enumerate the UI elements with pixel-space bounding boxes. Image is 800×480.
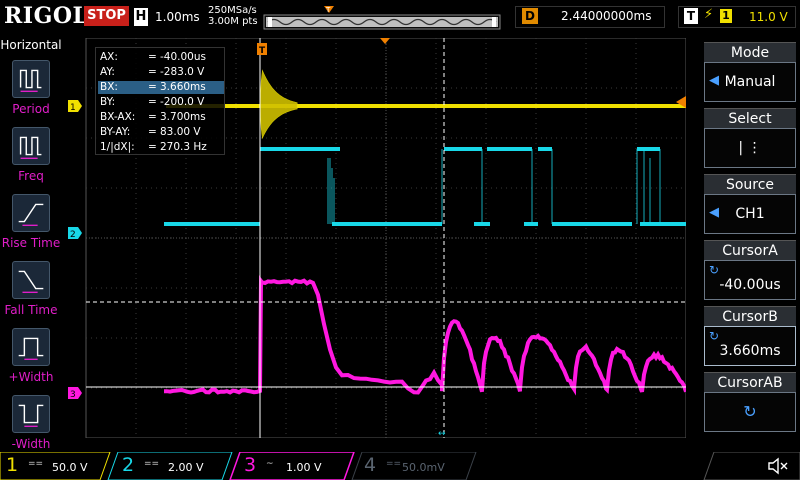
fall-time-icon bbox=[12, 261, 50, 299]
measure-pos-width-button[interactable]: +Width bbox=[0, 324, 62, 390]
timebase-badge: H bbox=[134, 8, 148, 26]
select-value-box[interactable]: | ⋮ bbox=[704, 128, 796, 168]
top-status-bar: RIGOL STOP H 1.00ms 250MSa/s 3.00M pts T… bbox=[0, 0, 800, 38]
measure-period-button[interactable]: Period bbox=[0, 56, 62, 122]
cursor-ab-value-box[interactable]: ↻ bbox=[704, 392, 796, 432]
rotate-knob-icon: ↻ bbox=[709, 329, 719, 343]
ch3-marker[interactable]: 3 bbox=[68, 387, 82, 400]
ch2-status[interactable]: 2 == 2.00 V bbox=[116, 452, 216, 480]
mode-softkey[interactable]: Mode ◀ Manual bbox=[704, 42, 796, 102]
cursor-b-value: 3.660ms bbox=[705, 343, 795, 359]
speaker-muted-icon[interactable] bbox=[766, 456, 790, 476]
trigger-source: 1 bbox=[720, 9, 732, 23]
mode-value: Manual bbox=[705, 74, 795, 90]
trigger-level: 11.0 V bbox=[749, 10, 788, 24]
select-label: Select bbox=[704, 108, 796, 128]
sample-rate: 250MSa/s bbox=[208, 5, 258, 16]
mode-label: Mode bbox=[704, 42, 796, 62]
cursor-b-arrow-icon: ↔ bbox=[438, 429, 446, 438]
brand-logo: RIGOL bbox=[4, 3, 89, 29]
cursor-row: AX: = -40.00us bbox=[98, 51, 224, 64]
freq-icon bbox=[12, 127, 50, 165]
cursor-a-softkey[interactable]: CursorA ↻ -40.00us bbox=[704, 240, 796, 300]
cursor-row: BY: = -200.0 V bbox=[98, 96, 224, 109]
measure-rise-time-button[interactable]: Rise Time bbox=[0, 190, 62, 256]
measure-label: +Width bbox=[0, 370, 62, 384]
svg-text:2: 2 bbox=[70, 230, 76, 240]
cursor-readout-table: AX: = -40.00us AY: = -283.0 V BX: = 3.660ms BY… bbox=[95, 47, 225, 155]
measure-label: Fall Time bbox=[0, 303, 62, 317]
period-icon bbox=[12, 60, 50, 98]
measure-label: -Width bbox=[0, 437, 62, 451]
source-value: CH1 bbox=[705, 206, 795, 222]
measure-freq-button[interactable]: Freq bbox=[0, 123, 62, 189]
cursor-b-softkey[interactable]: CursorB ↻ 3.660ms bbox=[704, 306, 796, 366]
run-stop-button[interactable]: STOP bbox=[84, 6, 129, 26]
memory-position-bar: T bbox=[262, 5, 502, 33]
cursor-a-value-box[interactable]: ↻ -40.00us bbox=[704, 260, 796, 300]
trigger-marker-label: T bbox=[259, 46, 266, 56]
measure-label: Rise Time bbox=[0, 236, 62, 250]
horizontal-measure-menu: Horizontal Period Freq Rise Time Fall Ti… bbox=[0, 38, 62, 450]
cursor-row: BX-AX: = 3.700ms bbox=[98, 111, 224, 124]
pos-width-icon bbox=[12, 328, 50, 366]
measure-label: Period bbox=[0, 102, 62, 116]
cursor-row-selected: BX: = 3.660ms bbox=[98, 81, 224, 94]
neg-width-icon bbox=[12, 395, 50, 433]
timebase-value[interactable]: 1.00ms bbox=[155, 10, 200, 24]
memory-depth: 3.00M pts bbox=[208, 16, 258, 27]
cursor-ab-label: CursorAB bbox=[704, 372, 796, 392]
rise-time-icon bbox=[12, 194, 50, 232]
ch1-trace bbox=[166, 70, 686, 138]
ch3-status[interactable]: 3 ~ 1.00 V bbox=[238, 452, 338, 480]
measure-label: Freq bbox=[0, 169, 62, 183]
cursor-b-label: CursorB bbox=[704, 306, 796, 326]
delay-value: 2.44000000ms bbox=[561, 9, 651, 23]
svg-text:1: 1 bbox=[70, 103, 76, 113]
cursor-ab-softkey[interactable]: CursorAB ↻ bbox=[704, 372, 796, 432]
cursor-b-value-box[interactable]: ↻ 3.660ms bbox=[704, 326, 796, 366]
ch3-trace bbox=[164, 281, 686, 393]
menu-title: Horizontal bbox=[0, 38, 62, 54]
ch1-status[interactable]: 1 == 50.0 V bbox=[0, 452, 100, 480]
ch2-marker[interactable]: 2 bbox=[68, 227, 82, 240]
delay-badge: D bbox=[522, 8, 538, 24]
delay-display[interactable]: D 2.44000000ms bbox=[515, 6, 665, 28]
mode-value-box[interactable]: ◀ Manual bbox=[704, 62, 796, 102]
measure-neg-width-button[interactable]: -Width bbox=[0, 391, 62, 457]
memory-trigger-marker: T bbox=[325, 6, 331, 14]
cursor-a-label: CursorA bbox=[704, 240, 796, 260]
source-softkey[interactable]: Source ◀ CH1 bbox=[704, 174, 796, 234]
trigger-position-marker[interactable]: T bbox=[257, 43, 267, 56]
cursor-row: AY: = -283.0 V bbox=[98, 66, 224, 79]
measure-fall-time-button[interactable]: Fall Time bbox=[0, 257, 62, 323]
cursor-a-value: -40.00us bbox=[705, 277, 795, 293]
ch4-status[interactable]: 4 == 50.0mV bbox=[358, 452, 458, 480]
delay-marker bbox=[380, 38, 390, 44]
rotate-knob-icon: ↻ bbox=[709, 263, 719, 277]
lightning-icon: ⚡ bbox=[704, 7, 713, 22]
channel-status-bar: 1 == 50.0 V 2 == 2.00 V 3 ~ 1.00 V 4 == … bbox=[0, 452, 800, 480]
cursor-row: BY-AY: = 83.00 V bbox=[98, 126, 224, 139]
svg-text:3: 3 bbox=[70, 390, 76, 400]
source-label: Source bbox=[704, 174, 796, 194]
ch2-trace bbox=[164, 149, 686, 224]
source-value-box[interactable]: ◀ CH1 bbox=[704, 194, 796, 234]
rotate-knob-icon: ↻ bbox=[705, 402, 795, 421]
select-value: | ⋮ bbox=[705, 140, 795, 156]
ch1-marker[interactable]: 1 bbox=[68, 100, 82, 113]
select-softkey[interactable]: Select | ⋮ bbox=[704, 108, 796, 168]
cursor-row: 1/|dX|: = 270.3 Hz bbox=[98, 141, 224, 154]
acquisition-info: 250MSa/s 3.00M pts bbox=[208, 5, 258, 27]
